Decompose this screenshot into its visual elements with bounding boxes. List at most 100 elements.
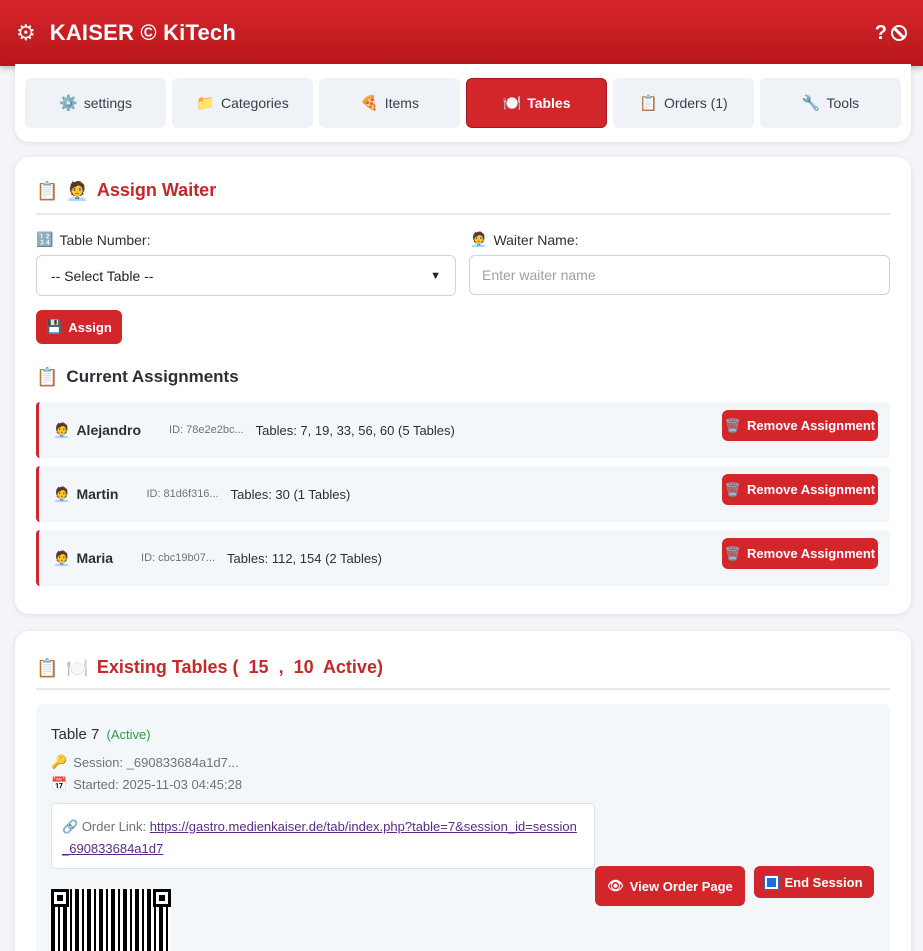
clipboard-icon: 📋: [36, 367, 59, 387]
assign-waiter-card: 📋 🧑‍💼 Assign Waiter 🔢 Table Number: 🧑‍💼 …: [15, 157, 911, 614]
qr-code: [51, 889, 171, 951]
end-session-button[interactable]: End Session: [754, 866, 874, 898]
table-title: Table 7: [51, 726, 100, 743]
remove-assignment-label: Remove Assignment: [747, 482, 876, 497]
assign-waiter-title: 📋 🧑‍💼 Assign Waiter: [36, 180, 216, 201]
clipboard-icon: 📋: [639, 95, 658, 112]
waiter-name-label: 🧑‍💼 Waiter Name:: [470, 231, 579, 248]
end-session-label: End Session: [784, 874, 863, 890]
trash-icon: 🗑️: [724, 545, 742, 561]
tab-tools[interactable]: 🔧 Tools: [760, 78, 901, 128]
tab-label: Categories: [220, 95, 289, 111]
tab-settings[interactable]: ⚙️ settings: [25, 78, 166, 128]
assigned-tables: Tables: 30 (1 Tables): [230, 486, 351, 502]
folder-icon: 📁: [196, 95, 215, 112]
waiter-icon: 🧑‍💼: [66, 180, 89, 201]
existing-tables-title: 📋 🍽️ Existing Tables ( 15 , 10 Active): [36, 657, 383, 678]
waiter-name: Alejandro: [76, 422, 142, 438]
assigned-tables: Tables: 7, 19, 33, 56, 60 (5 Tables): [255, 422, 455, 438]
tab-label: Items: [384, 95, 419, 111]
no-sign-icon[interactable]: [891, 25, 907, 41]
started-line: 📅 Started: 2025-11-03 04:45:28: [51, 776, 242, 792]
view-order-page-label: View Order Page: [629, 878, 733, 894]
header-actions: ?: [875, 22, 907, 45]
waiter-name: Martin: [76, 486, 119, 502]
waiter-id: ID: 78e2e2bc...: [169, 424, 244, 436]
assignment-row: 🧑‍💼 Maria ID: cbc19b07... Tables: 112, 1…: [36, 530, 890, 586]
assign-waiter-heading: Assign Waiter: [96, 180, 217, 200]
waiter-icon: 🧑‍💼: [53, 549, 71, 566]
tab-items[interactable]: 🍕 Items: [319, 78, 460, 128]
started-text: Started: 2025-11-03 04:45:28: [73, 776, 243, 792]
clipboard-icon: 📋: [36, 180, 59, 201]
waiter-name-text: Waiter Name:: [493, 231, 579, 248]
current-assignments-title: 📋 Current Assignments: [36, 367, 239, 387]
tab-label: Tables: [527, 95, 571, 111]
tab-label: settings: [83, 95, 132, 111]
clipboard-icon: 📋: [36, 657, 59, 678]
waiter-id: ID: 81d6f316...: [146, 488, 219, 500]
remove-assignment-button[interactable]: 🗑️ Remove Assignment: [722, 474, 878, 505]
plate-icon: 🍽️: [502, 95, 522, 112]
session-line: 🔑 Session: _690833684a1d7...: [51, 754, 239, 770]
table-number-text: Table Number:: [59, 231, 151, 248]
table-panel: Table 7 (Active) 🔑 Session: _690833684a1…: [36, 704, 890, 951]
table-select[interactable]: -- Select Table -- ▼: [36, 255, 456, 296]
table-select-value: -- Select Table --: [51, 267, 154, 284]
waiter-name-placeholder: Enter waiter name: [482, 267, 596, 283]
numbers-icon: 🔢: [36, 231, 54, 247]
view-order-page-button[interactable]: 👁 View Order Page: [595, 866, 745, 906]
tab-label: Orders (1): [663, 95, 728, 111]
current-assignments-heading: Current Assignments: [66, 367, 239, 386]
divider: [36, 213, 890, 215]
chevron-down-icon: ▼: [430, 269, 441, 282]
table-heading: Table 7 (Active): [51, 726, 151, 743]
app-title: KAISER © KiTech: [49, 20, 237, 45]
stop-icon: [764, 874, 780, 890]
existing-tables-card: 📋 🍽️ Existing Tables ( 15 , 10 Active) T…: [15, 631, 911, 951]
waiter-name-input[interactable]: Enter waiter name: [469, 255, 890, 295]
assigned-tables: Tables: 112, 154 (2 Tables): [227, 550, 382, 566]
waiter-icon: 🧑‍💼: [53, 421, 71, 438]
calendar-icon: 📅: [51, 776, 68, 791]
qr-finder: [51, 889, 69, 907]
key-icon: 🔑: [51, 754, 68, 769]
order-link-label: Order Link:: [81, 819, 147, 834]
tab-categories[interactable]: 📁 Categories: [172, 78, 313, 128]
tab-label: Tools: [826, 95, 860, 111]
qr-finder: [153, 889, 171, 907]
remove-assignment-button[interactable]: 🗑️ Remove Assignment: [722, 410, 878, 441]
remove-assignment-label: Remove Assignment: [747, 418, 876, 433]
order-link-box: 🔗 Order Link: https://gastro.medienkaise…: [51, 803, 595, 869]
remove-assignment-label: Remove Assignment: [747, 546, 876, 561]
remove-assignment-button[interactable]: 🗑️ Remove Assignment: [722, 538, 878, 569]
status-badge: (Active): [106, 727, 151, 742]
tab-orders[interactable]: 📋 Orders (1): [613, 78, 754, 128]
session-text: Session: _690833684a1d7...: [73, 754, 239, 770]
assign-button[interactable]: 💾 Assign: [36, 310, 122, 344]
assignment-row: 🧑‍💼 Martin ID: 81d6f316... Tables: 30 (1…: [36, 466, 890, 522]
waiter-name: Maria: [76, 550, 114, 566]
wrench-icon: 🔧: [801, 95, 821, 112]
app-header: ⚙ KAISER © KiTech ?: [0, 0, 923, 66]
floppy-icon: 💾: [46, 319, 63, 334]
help-icon[interactable]: ?: [875, 22, 887, 45]
assignment-row: 🧑‍💼 Alejandro ID: 78e2e2bc... Tables: 7,…: [36, 402, 890, 458]
link-icon: 🔗: [62, 819, 79, 834]
pizza-icon: 🍕: [360, 95, 379, 112]
gear-icon[interactable]: ⚙: [16, 22, 36, 44]
plate-icon: 🍽️: [66, 657, 89, 678]
existing-tables-heading: Existing Tables ( 15 , 10 Active): [96, 657, 383, 677]
trash-icon: 🗑️: [724, 481, 742, 497]
tab-tables[interactable]: 🍽️ Tables: [466, 78, 607, 128]
divider: [36, 688, 890, 690]
gear-icon: ⚙️: [59, 95, 78, 112]
waiter-icon: 🧑‍💼: [470, 231, 488, 247]
eye-icon: 👁: [607, 878, 624, 893]
waiter-icon: 🧑‍💼: [53, 485, 71, 502]
table-number-label: 🔢 Table Number:: [36, 231, 150, 248]
waiter-id: ID: cbc19b07...: [141, 552, 216, 564]
trash-icon: 🗑️: [724, 417, 742, 433]
assign-button-label: Assign: [68, 319, 112, 335]
nav-tabs: ⚙️ settings 📁 Categories 🍕 Items 🍽️ Tabl…: [15, 64, 911, 142]
